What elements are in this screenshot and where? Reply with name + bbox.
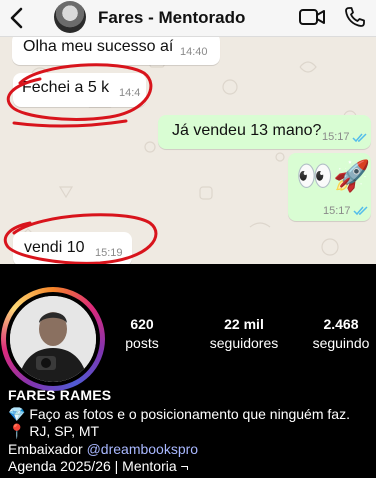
message-time: 14:40 [180, 46, 208, 58]
video-camera-icon[interactable] [298, 6, 326, 28]
bio-line: Agenda 2025/26 | Mentoria ¬ [8, 458, 189, 474]
message-text: Olha meu sucesso aí [23, 38, 174, 55]
message-time: 15:19 [95, 247, 123, 259]
contact-name[interactable]: Fares - Mentorado [98, 8, 245, 28]
chat-header: Fares - Mentorado [0, 0, 376, 37]
message-bubble-outgoing[interactable]: Já vendeu 13 mano? 15:17 [158, 115, 371, 149]
stat-label: posts [125, 335, 159, 351]
stat-value: 22 mil [224, 316, 264, 332]
chat-area[interactable]: Olha meu sucesso aí 14:40 Fechei a 5 k 1… [0, 37, 376, 264]
profile-section: 620 posts 22 mil seguidores 2.468 seguin… [0, 264, 376, 478]
stat-value: 620 [130, 316, 154, 332]
stat-label: seguindo [312, 335, 370, 351]
message-time: 15:17 [322, 131, 350, 143]
message-bubble-incoming[interactable]: vendi 10 15:19 [13, 232, 132, 264]
chevron-left-icon[interactable] [6, 4, 28, 32]
bio-line: 📍 RJ, SP, MT [8, 423, 100, 439]
bio-mention-link[interactable]: @dreambookspro [87, 441, 199, 457]
profile-avatar[interactable] [10, 296, 96, 382]
read-receipt-icon [353, 206, 368, 216]
stat-followers[interactable]: 22 mil seguidores [196, 316, 292, 351]
stat-label: seguidores [209, 335, 279, 351]
bio-line: Embaixador @dreambookspro [8, 441, 198, 457]
stat-posts[interactable]: 620 posts [110, 316, 174, 351]
stat-value: 2.468 [323, 316, 359, 332]
message-bubble-incoming[interactable]: Fechei a 5 k 14:4 [13, 73, 146, 107]
message-text: Já vendeu 13 mano? [172, 122, 322, 139]
contact-avatar[interactable] [54, 1, 86, 33]
profile-name: FARES RAMES [8, 387, 112, 403]
message-text: 👀🚀 [296, 160, 371, 193]
message-bubble-incoming[interactable]: Olha meu sucesso aí 14:40 [12, 37, 220, 65]
message-text: Fechei a 5 k [22, 79, 110, 96]
stat-following[interactable]: 2.468 seguindo [308, 316, 374, 351]
message-time: 15:17 [323, 205, 351, 217]
phone-icon[interactable] [343, 5, 367, 29]
message-text: vendi 10 [24, 239, 85, 256]
bio-line: 💎 Faço as fotos e o posicionamento que n… [8, 406, 350, 422]
bio-text: Embaixador [8, 441, 87, 457]
read-receipt-icon [352, 133, 367, 143]
message-bubble-outgoing[interactable]: 👀🚀 15:17 [288, 153, 371, 221]
message-time: 14:4 [119, 87, 141, 99]
story-ring[interactable] [1, 287, 105, 391]
chat-wallpaper [19, 56, 357, 256]
